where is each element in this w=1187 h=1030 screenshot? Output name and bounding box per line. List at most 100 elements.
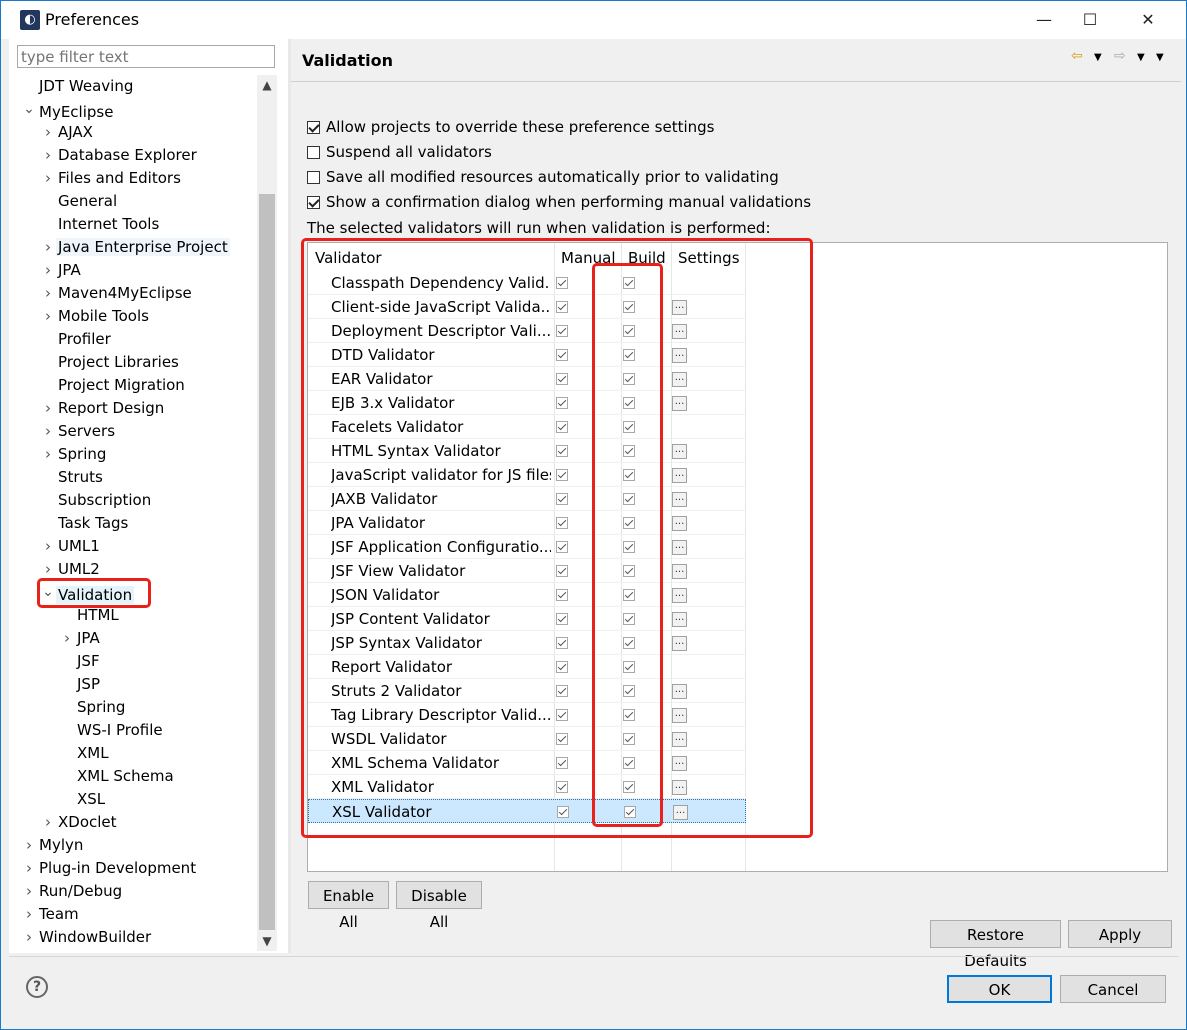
tree-item-label: Profiler [58, 330, 111, 348]
tree-item[interactable]: › Files and Editors [40, 167, 183, 190]
tree-item[interactable]: › Maven4MyEclipse [40, 282, 194, 305]
checked-checkbox-icon[interactable] [307, 121, 320, 134]
tree-item[interactable]: Task Tags [40, 512, 130, 535]
tree-item[interactable]: › AJAX [40, 121, 95, 144]
apply-button[interactable]: Apply [1068, 920, 1172, 948]
tree-item-label: XDoclet [58, 813, 117, 831]
chevron-right-icon[interactable]: › [21, 834, 37, 857]
chevron-right-icon[interactable]: › [21, 880, 37, 903]
chevron-right-icon[interactable]: › [40, 144, 56, 167]
tree-item[interactable]: WS-I Profile [59, 719, 165, 742]
help-icon[interactable]: ? [26, 976, 48, 998]
tree-item[interactable]: Struts [40, 466, 105, 489]
chevron-right-icon[interactable]: › [40, 305, 56, 328]
tree-item[interactable]: › Report Design [40, 397, 166, 420]
tree-item-label: Internet Tools [58, 215, 160, 233]
tree-item[interactable]: General [40, 190, 119, 213]
tree-item[interactable]: › Java Enterprise Project [40, 236, 230, 259]
unchecked-checkbox-icon[interactable] [307, 171, 320, 184]
tree-item[interactable]: Subscription [40, 489, 153, 512]
chevron-right-icon[interactable]: › [21, 903, 37, 926]
tree-item-label: Files and Editors [58, 169, 181, 187]
filter-input[interactable] [17, 45, 275, 68]
chevron-right-icon[interactable]: › [40, 282, 56, 305]
chevron-right-icon[interactable]: › [59, 627, 75, 650]
tree-item[interactable]: XML Schema [59, 765, 176, 788]
tree-item[interactable]: › Mylyn [21, 834, 85, 857]
tree-item[interactable]: Project Libraries [40, 351, 181, 374]
tree-item[interactable]: ⌄ MyEclipse [21, 98, 115, 121]
chevron-right-icon[interactable]: › [40, 397, 56, 420]
option-label: Save all modified resources automaticall… [326, 168, 779, 186]
tree-item[interactable]: Spring [59, 696, 127, 719]
tree-item[interactable]: Profiler [40, 328, 113, 351]
tree-item-label: JDT Weaving [39, 77, 134, 95]
option-checkbox[interactable]: Show a confirmation dialog when performi… [307, 191, 811, 213]
tree-item-label: UML2 [58, 560, 100, 578]
tree-item[interactable]: › Database Explorer [40, 144, 199, 167]
scroll-down-icon[interactable]: ▼ [257, 931, 277, 951]
tree-item[interactable]: Internet Tools [40, 213, 161, 236]
tree-item-label: Database Explorer [58, 146, 197, 164]
option-checkbox[interactable]: Suspend all validators [307, 141, 492, 163]
tree-item[interactable]: XSL [59, 788, 107, 811]
chevron-right-icon[interactable]: › [40, 811, 56, 834]
tree-item[interactable]: › UML1 [40, 535, 102, 558]
tree-item-label: Report Design [58, 399, 165, 417]
unchecked-checkbox-icon[interactable] [307, 146, 320, 159]
maximize-button[interactable]: ☐ [1067, 1, 1113, 39]
eclipse-icon: ◐ [20, 10, 40, 30]
preferences-window: ◐ Preferences — ☐ ✕ JDT Weaving ⌄MyEclips… [0, 0, 1187, 1030]
annotation-validation-highlight [37, 578, 151, 608]
tree-item[interactable]: › Spring [40, 443, 108, 466]
tree-item[interactable]: › Team [21, 903, 81, 926]
scroll-up-icon[interactable]: ▲ [257, 75, 277, 95]
chevron-right-icon[interactable]: › [40, 167, 56, 190]
tree-item[interactable]: › JPA [40, 259, 83, 282]
forward-arrow-icon[interactable]: ⇨ [1114, 48, 1126, 64]
chevron-right-icon[interactable]: › [40, 443, 56, 466]
window-title: Preferences [45, 10, 140, 29]
view-menu-chevron-down-icon[interactable]: ▼ [1156, 52, 1164, 63]
enable-all-button[interactable]: Enable All [308, 881, 389, 931]
tree-item[interactable]: › Run/Debug [21, 880, 124, 903]
chevron-right-icon[interactable]: › [21, 857, 37, 880]
tree-item[interactable]: › Mobile Tools [40, 305, 151, 328]
tree-item-label: XML Schema [77, 767, 174, 785]
minimize-button[interactable]: — [1021, 1, 1067, 39]
tree-item[interactable]: JDT Weaving [21, 75, 135, 98]
chevron-right-icon[interactable]: › [21, 926, 37, 949]
tree-scrollbar-thumb[interactable] [259, 194, 275, 930]
tree-item[interactable]: › JPA [59, 627, 102, 650]
disable-all-button[interactable]: Disable All [396, 881, 482, 931]
tree-item-label: Subscription [58, 491, 152, 509]
chevron-right-icon[interactable]: › [40, 420, 56, 443]
chevron-right-icon[interactable]: › [40, 259, 56, 282]
tree-item[interactable]: › Plug-in Development [21, 857, 198, 880]
tree-item[interactable]: › XDoclet [40, 811, 119, 834]
tree-item-label: UML1 [58, 537, 100, 555]
restore-defaults-button[interactable]: Restore Defaults [930, 920, 1061, 970]
back-menu-chevron-down-icon[interactable]: ▼ [1094, 52, 1102, 63]
tree-item[interactable]: Project Migration [40, 374, 187, 397]
chevron-right-icon[interactable]: › [40, 535, 56, 558]
option-checkbox[interactable]: Save all modified resources automaticall… [307, 166, 779, 188]
close-button[interactable]: ✕ [1125, 1, 1171, 39]
cancel-button[interactable]: Cancel [1060, 975, 1166, 1003]
chevron-right-icon[interactable]: › [40, 121, 56, 144]
tree-item[interactable]: JSF [59, 650, 102, 673]
tree-item[interactable]: › Servers [40, 420, 117, 443]
tree-item-label: Project Migration [58, 376, 185, 394]
option-checkbox[interactable]: Allow projects to override these prefere… [307, 116, 714, 138]
forward-menu-chevron-down-icon[interactable]: ▼ [1137, 52, 1145, 63]
checked-checkbox-icon[interactable] [307, 196, 320, 209]
ok-button[interactable]: OK [947, 975, 1052, 1003]
tree-item-label: Struts [58, 468, 103, 486]
chevron-down-icon[interactable]: ⌄ [21, 98, 37, 121]
chevron-right-icon[interactable]: › [40, 236, 56, 259]
pane-divider[interactable] [288, 39, 291, 953]
tree-item[interactable]: › WindowBuilder [21, 926, 153, 949]
back-arrow-icon[interactable]: ⇦ [1071, 48, 1083, 64]
tree-item[interactable]: XML [59, 742, 111, 765]
tree-item[interactable]: JSP [59, 673, 102, 696]
